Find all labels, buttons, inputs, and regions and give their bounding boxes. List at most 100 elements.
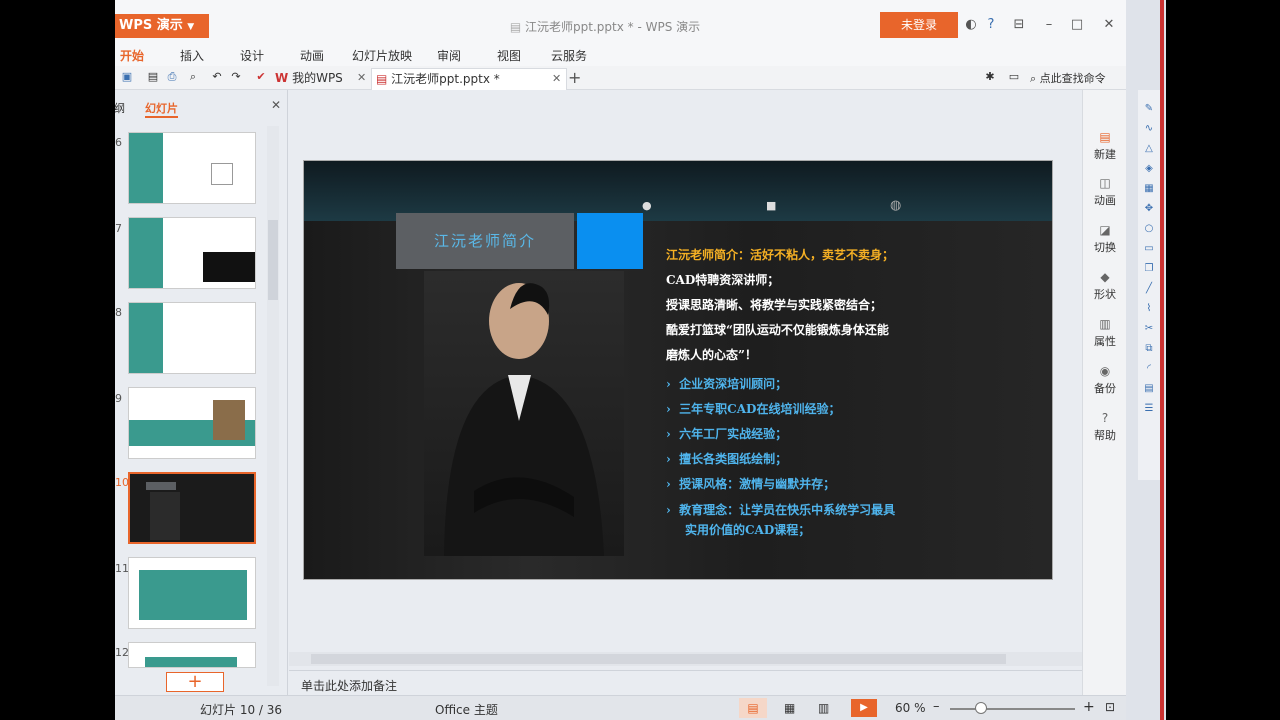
login-button[interactable]: 未登录 [880, 12, 958, 38]
app-logo[interactable]: WPS 演示 ▼ [115, 14, 209, 38]
tab-outline[interactable]: 大纲 [115, 100, 126, 116]
menu-cloud[interactable]: 云服务 [551, 47, 587, 64]
redo-icon[interactable]: ↷ [229, 70, 243, 84]
slide-content[interactable]: 江沅老师简介：活好不粘人，卖艺不卖身； CAD特聘资深讲师； 授课思路清晰、将教… [666, 243, 1052, 540]
move-icon[interactable]: ✥ [1142, 202, 1156, 216]
tab-document[interactable]: ▤ 江沅老师ppt.pptx * ✕ [371, 68, 567, 90]
hatch-icon[interactable]: ▤ [1142, 382, 1156, 396]
fit-window-icon[interactable]: ⊡ [1105, 700, 1115, 714]
command-search[interactable]: ⌕ 点此查找命令 [1030, 70, 1106, 86]
add-slide-button[interactable]: + [166, 672, 224, 692]
circle-icon[interactable]: ○ [1142, 222, 1156, 236]
help-icon: ? [1101, 411, 1109, 425]
slide-counter: 幻灯片 10 / 36 [200, 703, 283, 717]
slide-thumb-10[interactable] [128, 472, 256, 544]
zoom-level[interactable]: 60 % [895, 701, 926, 715]
slides-scroll-thumb[interactable] [268, 220, 278, 300]
slide-number: 9 [115, 392, 122, 405]
menu-slideshow[interactable]: 幻灯片放映 [352, 47, 412, 64]
window-icon[interactable]: ▭ [1007, 70, 1021, 84]
menu-insert[interactable]: 插入 [180, 47, 204, 64]
dock-help-label: 帮助 [1094, 429, 1116, 442]
zoom-out-button[interactable]: – [933, 699, 940, 714]
new-tab-button[interactable]: + [568, 68, 581, 90]
theme-name: Office 主题 [435, 703, 498, 717]
slide-thumb-8[interactable] [128, 302, 256, 374]
stack-icon[interactable]: ☰ [1142, 402, 1156, 416]
minimize-button[interactable]: – [1040, 16, 1058, 34]
menu-view[interactable]: 视图 [497, 47, 521, 64]
bullet-continuation: 实用价值的CAD课程； [685, 523, 811, 537]
triangle-icon[interactable]: △ [1142, 142, 1156, 156]
curve-icon[interactable]: ∿ [1142, 122, 1156, 136]
restore-ribbon-icon[interactable]: ⊟ [1010, 16, 1028, 34]
bullet-icon: › [666, 427, 671, 441]
rect-icon[interactable]: ▭ [1142, 242, 1156, 256]
globe-icon: ◍ [890, 198, 902, 213]
close-icon[interactable]: ✕ [552, 69, 561, 89]
offset-icon[interactable]: ⧉ [1142, 342, 1156, 356]
dock-help[interactable]: ? 帮助 [1083, 411, 1126, 443]
portrait-photo[interactable] [424, 271, 624, 556]
tab-my-wps[interactable]: W 我的WPS ✕ [275, 68, 367, 90]
maximize-button[interactable]: □ [1068, 16, 1086, 34]
dock-transition[interactable]: ◪ 切换 [1083, 223, 1126, 255]
play-slideshow-button[interactable]: ▶ [851, 699, 877, 717]
slide-thumb-6[interactable] [128, 132, 256, 204]
dock-backup-label: 备份 [1094, 382, 1116, 395]
zoom-slider[interactable] [950, 708, 1075, 710]
background-window-edge [1160, 0, 1164, 720]
undo-icon[interactable]: ↶ [210, 70, 224, 84]
line-icon[interactable]: ╱ [1142, 282, 1156, 296]
slides-scrollbar[interactable] [267, 126, 279, 686]
close-icon[interactable]: ✕ [357, 68, 366, 88]
dock-properties[interactable]: ▥ 属性 [1083, 317, 1126, 349]
slide-thumb-7[interactable] [128, 217, 256, 289]
copy-icon[interactable]: ❐ [1142, 262, 1156, 276]
close-button[interactable]: ✕ [1100, 16, 1118, 34]
zoom-slider-handle[interactable] [975, 702, 988, 714]
sorter-view-icon[interactable]: ▦ [784, 701, 795, 715]
editor-horizontal-scrollbar[interactable] [289, 652, 1082, 666]
slide-thumb-9[interactable] [128, 387, 256, 459]
format-painter-icon[interactable]: ✔ [254, 70, 268, 84]
pin-icon[interactable]: ✱ [983, 70, 997, 84]
slide-thumb-12[interactable] [128, 642, 256, 668]
thumb-image [203, 252, 255, 282]
wps-logo-icon: W [275, 71, 289, 85]
trim-icon[interactable]: ✂ [1142, 322, 1156, 336]
close-panel-button[interactable]: ✕ [271, 98, 281, 112]
portrait-figure [444, 283, 604, 556]
polyline-icon[interactable]: ⌇ [1142, 302, 1156, 316]
menu-animation[interactable]: 动画 [300, 47, 324, 64]
pencil-icon[interactable]: ✎ [1142, 102, 1156, 116]
file-icon: ▤ [509, 20, 522, 34]
slide-title[interactable]: 江沅老师简介 [396, 213, 574, 269]
menu-design[interactable]: 设计 [240, 47, 264, 64]
grid-icon[interactable]: ▦ [1142, 182, 1156, 196]
bullet-text: 擅长各类图纸绘制； [679, 452, 788, 466]
preview-icon[interactable]: ⌕ [186, 70, 200, 84]
slide-thumb-11[interactable] [128, 557, 256, 629]
menu-review[interactable]: 审阅 [437, 47, 461, 64]
normal-view-icon[interactable]: ▤ [739, 698, 767, 718]
new-doc-icon[interactable]: ▤ [146, 70, 160, 84]
zoom-in-button[interactable]: + [1083, 699, 1095, 715]
editor-hscroll-thumb[interactable] [311, 654, 1006, 664]
menu-home[interactable]: 开始 [120, 47, 144, 64]
skin-icon[interactable]: ◐ [962, 16, 980, 34]
arc-icon[interactable]: ◜ [1142, 362, 1156, 376]
layers-icon[interactable]: ◈ [1142, 162, 1156, 176]
slide-canvas[interactable]: ● ■ ◍ 江沅老师简介 江沅老师简介：活好不粘人，卖艺不卖身； CAD特聘资深… [303, 160, 1053, 580]
dock-backup[interactable]: ◉ 备份 [1083, 364, 1126, 396]
print-icon[interactable]: ⎙ [165, 70, 179, 84]
dock-new[interactable]: ▤ 新建 [1083, 130, 1126, 162]
dock-animation[interactable]: ◫ 动画 [1083, 176, 1126, 208]
notes-area[interactable]: 单击此处添加备注 [289, 670, 1082, 695]
tab-slides[interactable]: 幻灯片 [145, 100, 178, 118]
dock-shapes[interactable]: ◆ 形状 [1083, 270, 1126, 302]
reading-view-icon[interactable]: ▥ [818, 701, 829, 715]
play-icon: ▶ [860, 702, 868, 713]
help-icon[interactable]: ? [982, 16, 1000, 34]
save-icon[interactable]: ▣ [120, 70, 134, 84]
